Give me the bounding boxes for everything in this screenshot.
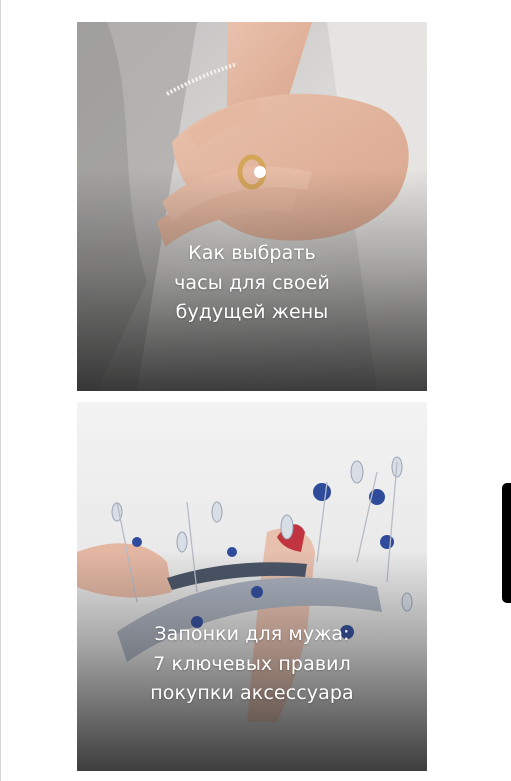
article-card-watches[interactable]: Как выбрать часы для своей будущей жены — [77, 22, 427, 391]
left-border-divider — [0, 0, 1, 781]
article-feed: Как выбрать часы для своей будущей жены — [0, 0, 511, 781]
article-title[interactable]: Как выбрать часы для своей будущей жены — [167, 239, 337, 328]
article-image-hands-rings — [77, 22, 427, 391]
scrollbar-thumb[interactable] — [502, 483, 511, 603]
article-card-cufflinks[interactable]: Запонки для мужа: 7 ключевых правил поку… — [77, 402, 427, 771]
article-title[interactable]: Запонки для мужа: 7 ключевых правил поку… — [147, 620, 357, 709]
article-image-crystal-tiara — [77, 402, 427, 771]
